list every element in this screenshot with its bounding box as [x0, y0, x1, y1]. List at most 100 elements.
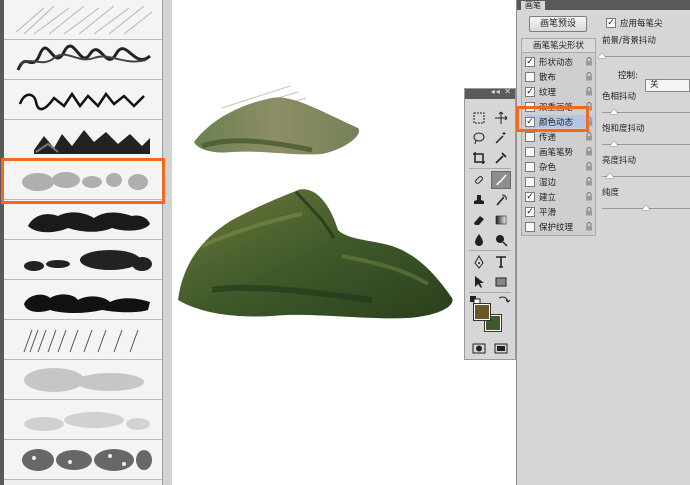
- lasso-icon[interactable]: [469, 129, 489, 147]
- type-icon[interactable]: [491, 253, 511, 271]
- brush-preset-7[interactable]: [4, 240, 162, 280]
- lock-icon[interactable]: [585, 72, 593, 81]
- selected-brush-highlight: [1, 158, 165, 204]
- slider-thumb[interactable]: [642, 205, 650, 210]
- brush-option-label: 保护纹理: [539, 222, 574, 233]
- lock-icon[interactable]: [585, 147, 593, 156]
- brush-option-row[interactable]: 杂色: [525, 160, 593, 173]
- history-brush-icon[interactable]: [491, 191, 511, 209]
- lock-icon[interactable]: [585, 162, 593, 171]
- blur-icon[interactable]: [469, 231, 489, 249]
- brush-option-checkbox[interactable]: ✓: [525, 56, 535, 67]
- brush-preset-2[interactable]: [4, 40, 162, 80]
- swap-colors-icon[interactable]: [497, 295, 511, 305]
- brush-preset-strip: [0, 0, 172, 485]
- color-dynamics-settings: ✓ 应用每笔尖 前景/背景抖动 控制: 关 色相抖动 饱和度抖动 亮度抖动 纯度: [598, 14, 690, 224]
- apply-per-tip-label: 应用每笔尖: [620, 19, 663, 29]
- brush-option-label: 平滑: [539, 207, 557, 218]
- lock-icon[interactable]: [585, 207, 593, 216]
- brush-option-checkbox[interactable]: ✓: [525, 206, 535, 217]
- lock-icon[interactable]: [585, 57, 593, 66]
- brightness-jitter-slider[interactable]: [602, 173, 690, 178]
- apply-per-tip-checkbox[interactable]: ✓: [606, 18, 616, 28]
- path-select-icon[interactable]: [469, 273, 489, 291]
- brush-option-row[interactable]: ✓ 建立: [525, 190, 593, 203]
- fg-bg-jitter-label: 前景/背景抖动: [602, 36, 656, 46]
- lock-icon[interactable]: [585, 87, 593, 96]
- brush-panel-tab[interactable]: 画笔: [521, 1, 545, 10]
- brush-list-scrollbar[interactable]: [162, 0, 172, 485]
- crop-icon[interactable]: [469, 149, 489, 167]
- brush-option-checkbox[interactable]: [525, 221, 535, 232]
- purity-label: 纯度: [602, 188, 620, 198]
- brightness-jitter-label: 亮度抖动: [602, 156, 637, 166]
- color-dynamics-highlight: [516, 106, 589, 132]
- brush-preset-3[interactable]: [4, 80, 162, 120]
- slider-thumb[interactable]: [598, 53, 606, 58]
- screen-mode-icon[interactable]: [491, 339, 511, 357]
- pen-icon[interactable]: [469, 253, 489, 271]
- dodge-icon[interactable]: [491, 231, 511, 249]
- brush-option-checkbox[interactable]: [525, 161, 535, 172]
- brush-option-checkbox[interactable]: ✓: [525, 86, 535, 97]
- brush-option-row[interactable]: 保护纹理: [525, 220, 593, 233]
- brush-option-checkbox[interactable]: [525, 131, 535, 142]
- brush-presets-button[interactable]: 画笔预设: [529, 16, 587, 32]
- slider-thumb[interactable]: [610, 109, 618, 114]
- healing-brush-icon[interactable]: [469, 171, 489, 189]
- brush-option-row[interactable]: 散布: [525, 70, 593, 83]
- tools-panel-header[interactable]: ◂◂ ✕: [465, 87, 515, 99]
- green-mountain-painting: [178, 189, 453, 319]
- brush-option-label: 杂色: [539, 162, 557, 173]
- gradient-icon[interactable]: [491, 211, 511, 229]
- brush-option-row[interactable]: 画笔笔势: [525, 145, 593, 158]
- brush-panel: 画笔 画笔预设 画笔笔尖形状 ✓ 形状动态 散布 ✓ 纹理 双重画笔 ✓ 颜色动态 传递 画笔笔势…: [516, 0, 690, 485]
- clone-stamp-icon[interactable]: [469, 191, 489, 209]
- marquee-icon[interactable]: [469, 109, 489, 127]
- slider-thumb[interactable]: [606, 173, 614, 178]
- brush-preset-12[interactable]: [4, 440, 162, 480]
- brush-preset-list: [4, 0, 162, 485]
- lock-icon[interactable]: [585, 132, 593, 141]
- purity-slider[interactable]: [602, 205, 690, 210]
- control-select[interactable]: 关: [645, 79, 690, 92]
- tools-header-controls[interactable]: ◂◂ ✕: [491, 87, 512, 96]
- saturation-jitter-slider[interactable]: [602, 141, 690, 146]
- fg-bg-jitter-slider[interactable]: [598, 53, 690, 58]
- lock-icon[interactable]: [585, 222, 593, 231]
- brush-option-checkbox[interactable]: [525, 71, 535, 82]
- brush-option-checkbox[interactable]: [525, 146, 535, 157]
- lock-icon[interactable]: [585, 192, 593, 201]
- brush-option-row[interactable]: ✓ 平滑: [525, 205, 593, 218]
- brush-preset-4[interactable]: [4, 120, 162, 160]
- eraser-icon[interactable]: [469, 211, 489, 229]
- foreground-color-swatch[interactable]: [473, 303, 491, 321]
- brush-preset-10[interactable]: [4, 360, 162, 400]
- brush-option-checkbox[interactable]: ✓: [525, 191, 535, 202]
- brush-icon[interactable]: [491, 171, 511, 189]
- brush-option-row[interactable]: ✓ 形状动态: [525, 55, 593, 68]
- magic-wand-icon[interactable]: [491, 129, 511, 147]
- brush-preset-6[interactable]: [4, 200, 162, 240]
- apply-per-tip-option[interactable]: ✓ 应用每笔尖: [606, 17, 663, 29]
- brush-preset-11[interactable]: [4, 400, 162, 440]
- quick-mask-icon[interactable]: [469, 339, 489, 357]
- brush-option-row[interactable]: ✓ 纹理: [525, 85, 593, 98]
- eyedropper-icon[interactable]: [491, 149, 511, 167]
- slider-thumb[interactable]: [610, 141, 618, 146]
- hue-jitter-slider[interactable]: [602, 109, 690, 114]
- move-icon[interactable]: [491, 109, 511, 127]
- brush-preset-9[interactable]: [4, 320, 162, 360]
- document-canvas[interactable]: [172, 0, 464, 485]
- rectangle-icon[interactable]: [491, 273, 511, 291]
- brush-option-row[interactable]: 湿边: [525, 175, 593, 188]
- brush-preset-8[interactable]: [4, 280, 162, 320]
- upper-brush-stroke: [194, 85, 360, 155]
- lock-icon[interactable]: [585, 177, 593, 186]
- canvas-painting: [178, 85, 453, 319]
- brush-preset-1[interactable]: [4, 0, 162, 40]
- brush-tip-shape-item[interactable]: 画笔笔尖形状: [522, 39, 595, 53]
- tools-separator: [469, 250, 511, 251]
- brush-option-checkbox[interactable]: [525, 176, 535, 187]
- brush-option-label: 纹理: [539, 87, 557, 98]
